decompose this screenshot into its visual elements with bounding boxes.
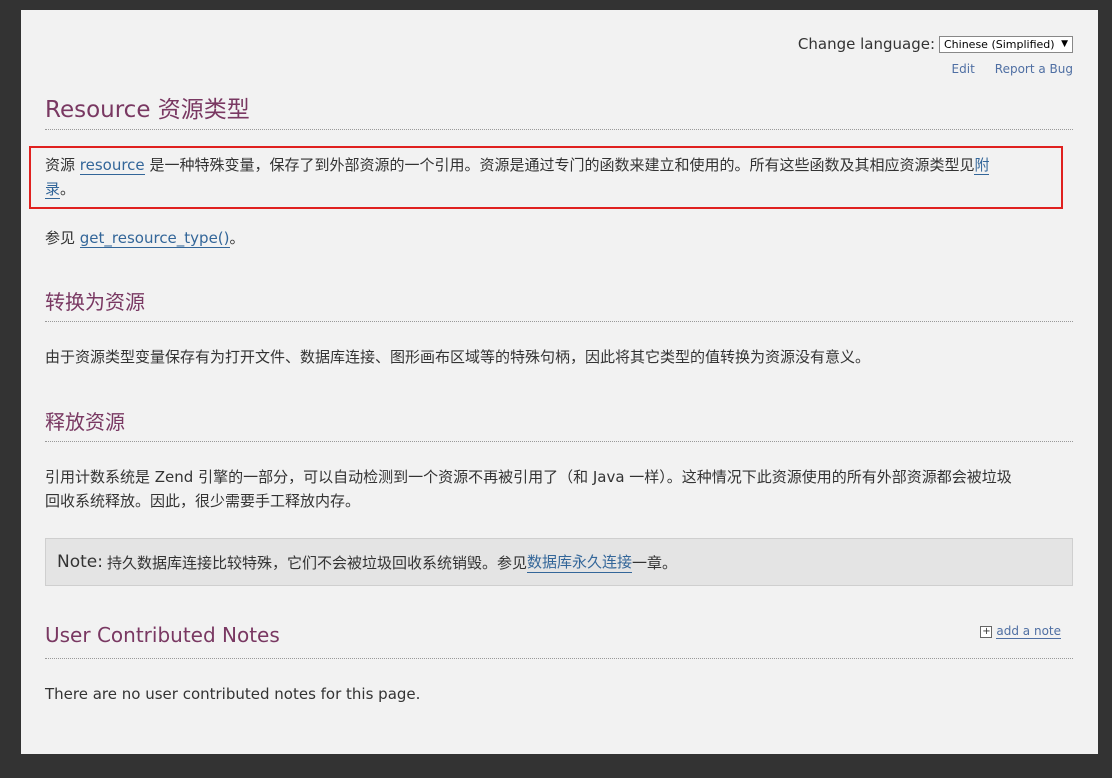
appendix-link[interactable]: 附 — [974, 156, 990, 175]
section-heading-free: 释放资源 — [45, 410, 125, 434]
page-title: Resource 资源类型 — [45, 97, 250, 123]
language-select[interactable]: Chinese (Simplified) ▼ — [939, 35, 1073, 53]
page-tools: Edit Report a Bug — [952, 62, 1073, 76]
note-suffix: 一章。 — [632, 553, 678, 572]
user-notes-heading: User Contributed Notes — [45, 623, 280, 647]
appendix-link-continued[interactable]: 录 — [45, 180, 61, 199]
note-box: Note: 持久数据库连接比较特殊，它们不会被垃圾回收系统销毁。参见 数据库永久连… — [45, 538, 1073, 586]
convert-paragraph: 由于资源类型变量保存有为打开文件、数据库连接、图形画布区域等的特殊句柄，因此将其… — [45, 348, 871, 366]
no-notes-text: There are no user contributed notes for … — [45, 685, 421, 703]
report-bug-link[interactable]: Report a Bug — [995, 62, 1073, 76]
add-note-link[interactable]: add a note — [996, 624, 1061, 639]
language-selected-value: Chinese (Simplified) — [944, 37, 1055, 51]
divider — [45, 441, 1073, 442]
language-switcher: Change language: Chinese (Simplified) ▼ — [798, 35, 1073, 53]
get-resource-type-link[interactable]: get_resource_type() — [79, 229, 230, 248]
plus-icon: + — [980, 625, 993, 638]
note-text: 持久数据库连接比较特殊，它们不会被垃圾回收系统销毁。参见 — [106, 553, 527, 572]
divider — [45, 321, 1073, 322]
chevron-down-icon: ▼ — [1061, 39, 1068, 49]
free-paragraph: 引用计数系统是 Zend 引擎的一部分，可以自动检测到一个资源不再被引用了（和 … — [45, 468, 1012, 510]
edit-link[interactable]: Edit — [952, 62, 975, 76]
section-heading-convert: 转换为资源 — [45, 290, 145, 314]
persistent-connections-link[interactable]: 数据库永久连接 — [527, 551, 633, 573]
intro-paragraph: 资源 resource 是一种特殊变量，保存了到外部资源的一个引用。资源是通过专… — [45, 156, 990, 199]
page-content: Change language: Chinese (Simplified) ▼ … — [21, 10, 1098, 754]
resource-link[interactable]: resource — [79, 156, 145, 175]
note-label: Note: — [57, 552, 103, 572]
divider — [45, 658, 1073, 659]
add-note-button[interactable]: + add a note — [980, 624, 1061, 639]
divider — [45, 129, 1073, 130]
see-also-paragraph: 参见 get_resource_type()。 — [45, 229, 245, 248]
change-language-label: Change language: — [797, 35, 935, 53]
